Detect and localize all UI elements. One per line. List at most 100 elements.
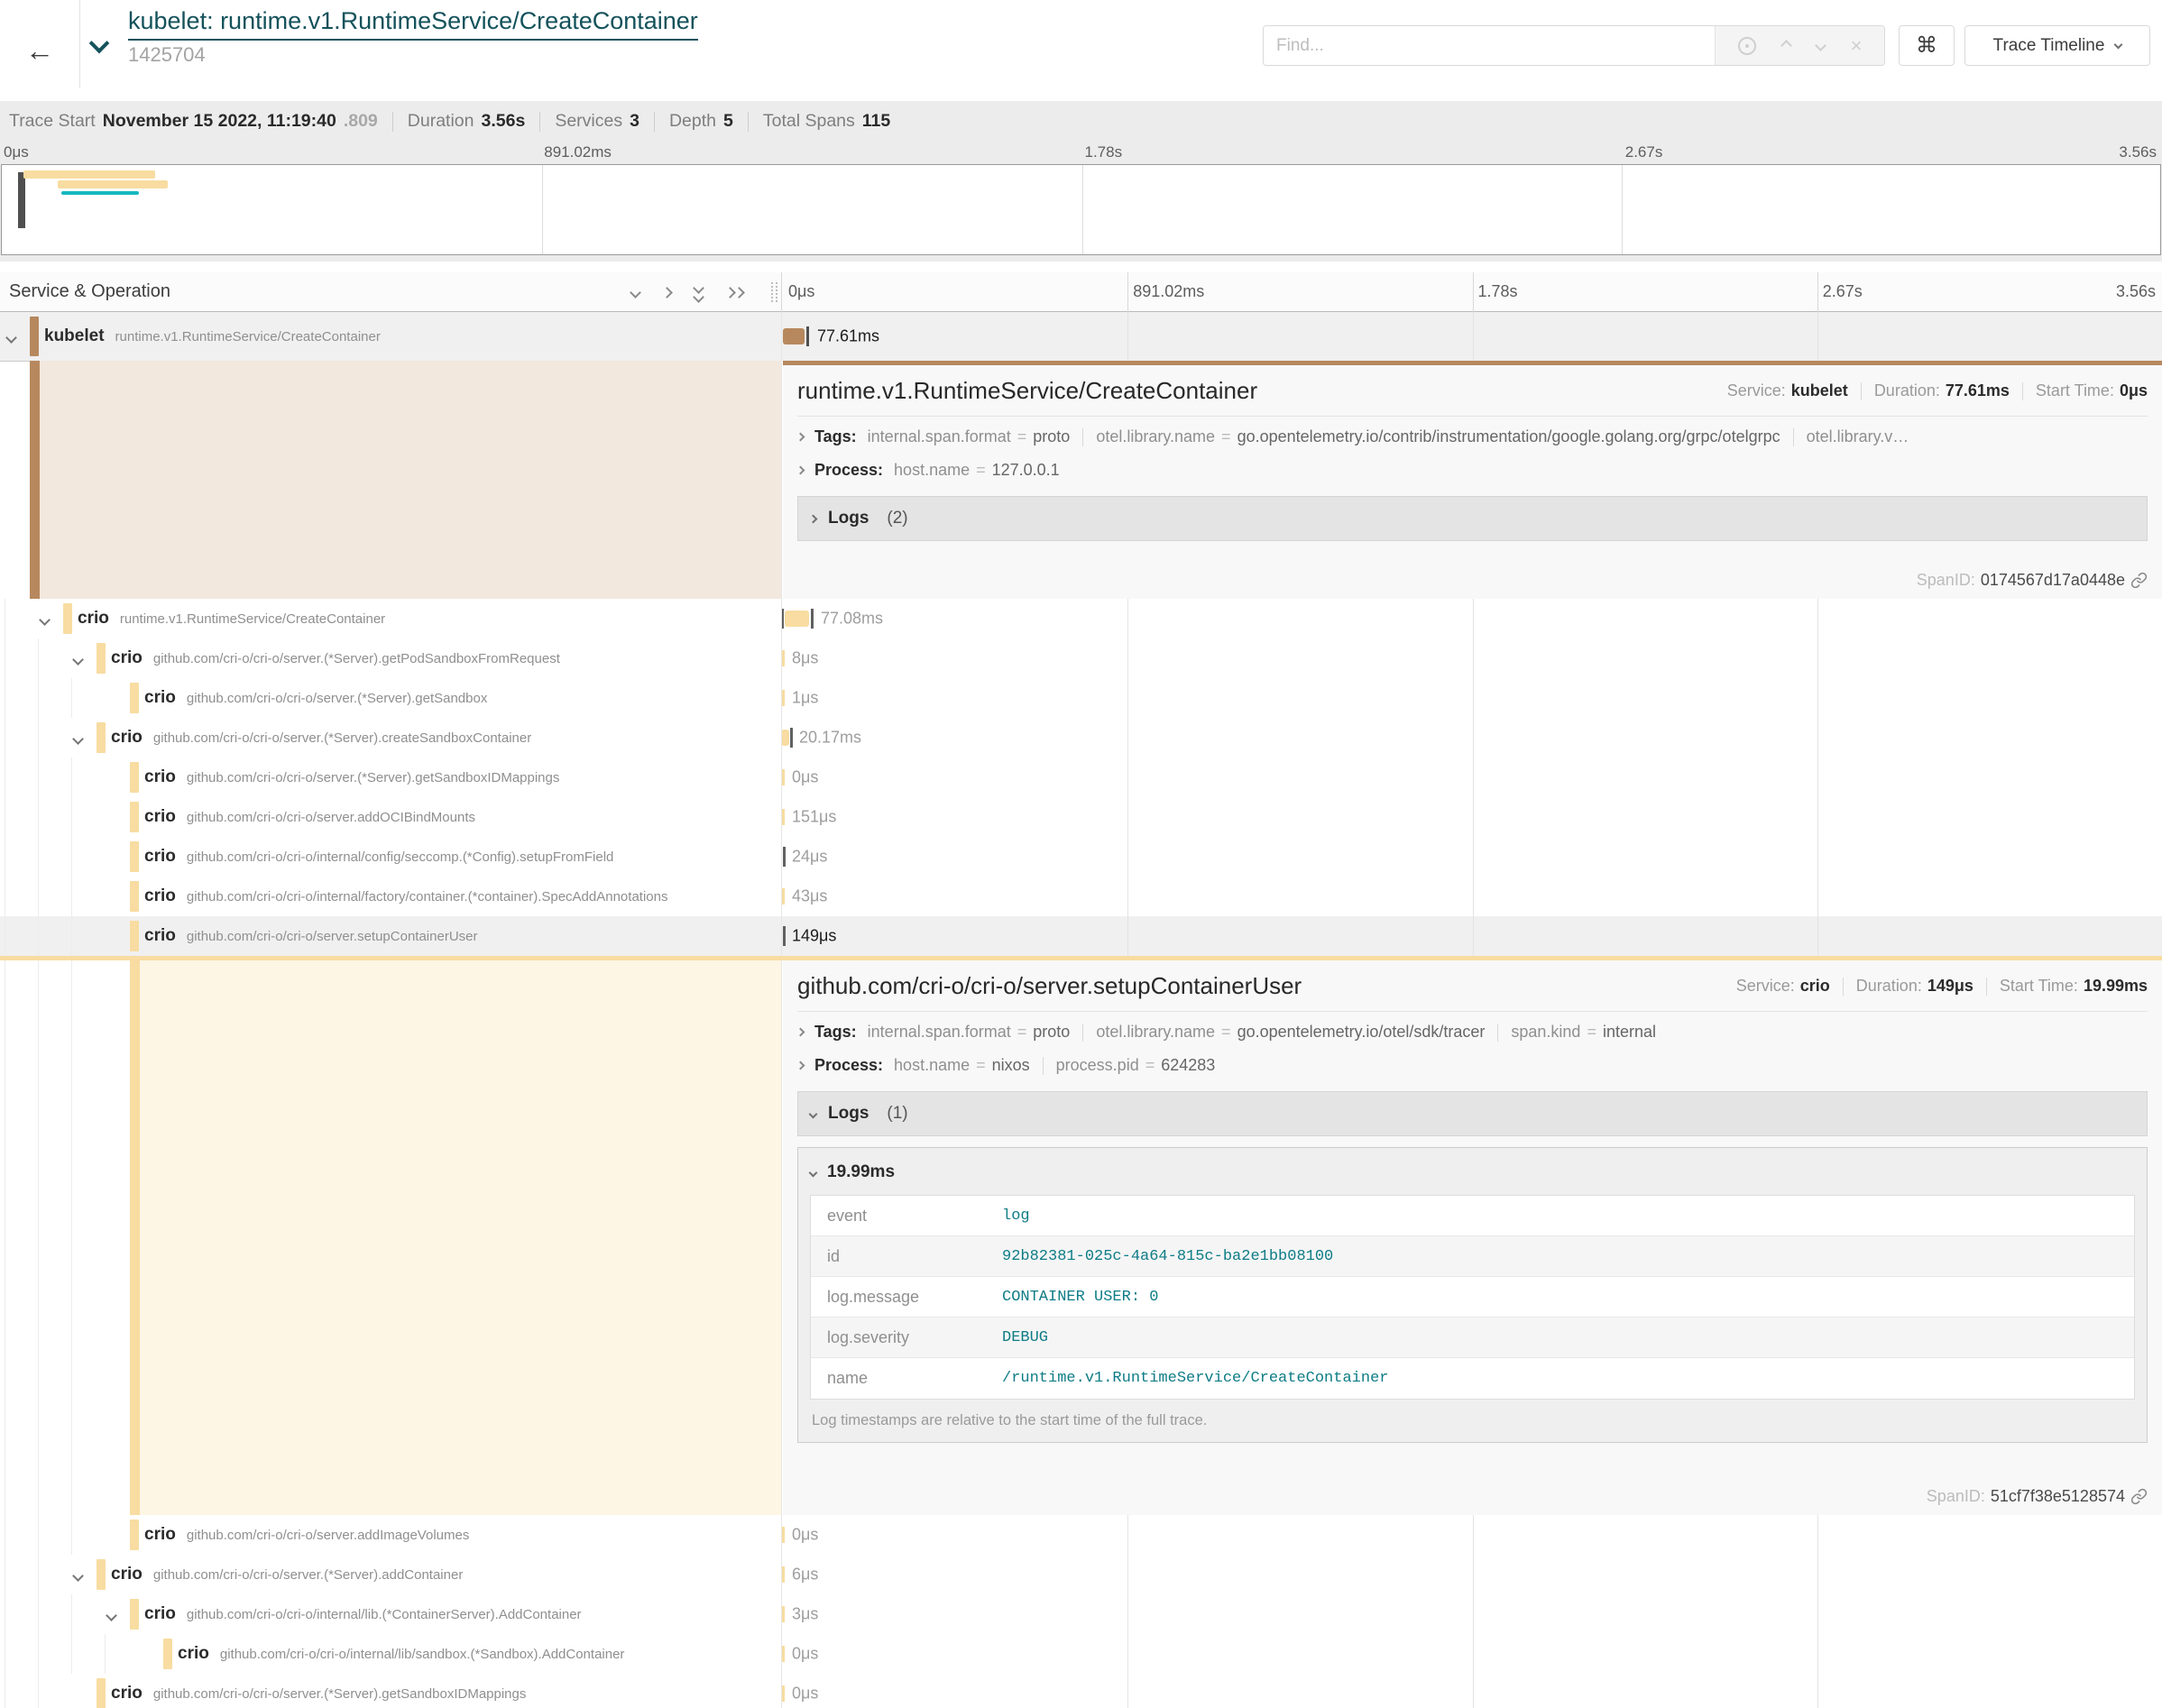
span-timeline-cell[interactable]: 1μs [781,678,2162,718]
span-timeline-cell[interactable]: 0μs [781,1634,2162,1674]
process-section[interactable]: Process:host.name=127.0.0.1 [797,454,2148,487]
span-timeline-cell[interactable]: 43μs [781,877,2162,916]
span-color-bar[interactable] [130,802,139,832]
find-clear-icon[interactable]: × [1851,36,1863,56]
span-timeline-cell[interactable]: 0μs [781,1515,2162,1555]
column-resizer[interactable] [771,282,777,302]
span-row[interactable]: criogithub.com/cri-o/cri-o/internal/lib.… [0,1594,2162,1634]
minimap-canvas[interactable] [1,164,2161,255]
span-row[interactable]: criogithub.com/cri-o/cri-o/internal/fact… [0,877,2162,916]
tags-section[interactable]: Tags:internal.span.format=protootel.libr… [797,1015,2148,1049]
service-operation-label: Service & Operation [9,281,170,302]
span-timeline-cell[interactable]: 77.61ms [781,312,2162,361]
span-name-cell[interactable]: criogithub.com/cri-o/cri-o/internal/lib/… [0,1634,781,1674]
row-chevron-icon[interactable] [41,612,49,629]
span-color-bar[interactable] [130,841,139,872]
view-selector-button[interactable]: Trace Timeline [1964,25,2150,66]
span-color-bar[interactable] [130,1599,139,1630]
span-color-bar[interactable] [130,921,139,951]
tag-item: otel.library.name=go.opentelemetry.io/co… [1096,427,1780,446]
span-color-bar[interactable] [130,1520,139,1550]
span-timeline-cell[interactable]: 151μs [781,797,2162,837]
span-name-cell[interactable]: criogithub.com/cri-o/cri-o/internal/fact… [0,877,781,916]
link-icon[interactable] [2130,1488,2148,1505]
span-name-cell[interactable]: crioruntime.v1.RuntimeService/CreateCont… [0,599,781,638]
collapse-one-icon[interactable] [630,287,641,298]
trace-summary-bar: Trace Start November 15 2022, 11:19:40 .… [0,101,2162,142]
expand-all-icon[interactable] [726,289,743,297]
span-name-cell[interactable]: criogithub.com/cri-o/cri-o/server.(*Serv… [0,638,781,678]
row-chevron-icon[interactable] [7,330,15,346]
span-timeline-cell[interactable]: 6μs [781,1555,2162,1594]
span-color-bar[interactable] [97,1678,106,1708]
span-name-cell[interactable]: criogithub.com/cri-o/cri-o/server.(*Serv… [0,718,781,758]
locate-span-icon[interactable] [1738,37,1756,55]
span-row[interactable]: criogithub.com/cri-o/cri-o/server.(*Serv… [0,1674,2162,1708]
span-timeline-cell[interactable]: 77.08ms [781,599,2162,638]
logs-header[interactable]: Logs(1) [797,1091,2148,1136]
page-title[interactable]: kubelet: runtime.v1.RuntimeService/Creat… [128,7,698,41]
span-row[interactable]: criogithub.com/cri-o/cri-o/server.(*Serv… [0,638,2162,678]
link-icon[interactable] [2130,572,2148,589]
span-row[interactable]: criogithub.com/cri-o/cri-o/server.(*Serv… [0,758,2162,797]
span-row[interactable]: criogithub.com/cri-o/cri-o/server.addIma… [0,1515,2162,1555]
span-color-bar[interactable] [130,881,139,912]
span-color-bar[interactable] [130,762,139,793]
log-field-key: name [811,1369,1002,1388]
span-timeline-cell[interactable]: 24μs [781,837,2162,877]
find-prev-icon[interactable] [1780,40,1792,51]
find-next-icon[interactable] [1815,40,1826,51]
span-timeline-cell[interactable]: 0μs [781,758,2162,797]
process-section[interactable]: Process:host.name=nixosprocess.pid=62428… [797,1049,2148,1082]
span-color-bar[interactable] [97,643,106,674]
span-row[interactable]: crioruntime.v1.RuntimeService/CreateCont… [0,599,2162,638]
span-color-bar[interactable] [97,1559,106,1590]
span-name-cell[interactable]: criogithub.com/cri-o/cri-o/server.addIma… [0,1515,781,1555]
tags-section[interactable]: Tags:internal.span.format=protootel.libr… [797,420,2148,454]
span-name-cell[interactable]: criogithub.com/cri-o/cri-o/server.(*Serv… [0,678,781,718]
span-name-cell[interactable]: criogithub.com/cri-o/cri-o/server.addOCI… [0,797,781,837]
span-timeline-cell[interactable]: 3μs [781,1594,2162,1634]
logs-header[interactable]: Logs(2) [797,496,2148,541]
span-color-bar[interactable] [163,1639,172,1669]
span-row[interactable]: criogithub.com/cri-o/cri-o/server.(*Serv… [0,1555,2162,1594]
span-color-bar[interactable] [130,683,139,713]
back-button[interactable]: ← [16,27,63,74]
service-label: crio [144,1525,176,1544]
log-entry-time[interactable]: 19.99ms [810,1162,2135,1182]
indent-guide [38,1515,39,1555]
span-row[interactable]: criogithub.com/cri-o/cri-o/server.addOCI… [0,797,2162,837]
span-name-cell[interactable]: criogithub.com/cri-o/cri-o/internal/conf… [0,837,781,877]
span-name-cell[interactable]: criogithub.com/cri-o/cri-o/server.(*Serv… [0,758,781,797]
span-row[interactable]: criogithub.com/cri-o/cri-o/server.(*Serv… [0,678,2162,718]
service-label: crio [178,1644,209,1663]
span-name-cell[interactable]: criogithub.com/cri-o/cri-o/server.setupC… [0,916,781,956]
span-name-cell[interactable]: criogithub.com/cri-o/cri-o/server.(*Serv… [0,1674,781,1708]
span-row[interactable]: criogithub.com/cri-o/cri-o/internal/conf… [0,837,2162,877]
span-color-bar[interactable] [97,722,106,753]
span-name-cell[interactable]: criogithub.com/cri-o/cri-o/server.(*Serv… [0,1555,781,1594]
keyboard-shortcuts-button[interactable]: ⌘ [1899,25,1955,66]
span-color-bar[interactable] [63,603,72,634]
span-timeline-cell[interactable]: 149μs [781,916,2162,956]
span-row[interactable]: criogithub.com/cri-o/cri-o/server.setupC… [0,916,2162,956]
span-timeline-cell[interactable]: 20.17ms [781,718,2162,758]
row-chevron-icon[interactable] [74,731,82,748]
row-chevron-icon[interactable] [107,1608,115,1624]
span-row[interactable]: criogithub.com/cri-o/cri-o/internal/lib/… [0,1634,2162,1674]
span-timeline-cell[interactable]: 0μs [781,1674,2162,1708]
span-row[interactable]: criogithub.com/cri-o/cri-o/server.(*Serv… [0,718,2162,758]
trace-collapse-chevron-icon[interactable] [92,36,106,55]
span-timeline-cell[interactable]: 8μs [781,638,2162,678]
row-chevron-icon[interactable] [74,652,82,668]
find-input[interactable] [1264,26,1715,65]
collapse-all-icon[interactable] [695,284,703,301]
expand-one-icon[interactable] [661,287,673,298]
span-row[interactable]: kubeletruntime.v1.RuntimeService/CreateC… [0,312,2162,361]
span-name-cell[interactable]: kubeletruntime.v1.RuntimeService/CreateC… [0,312,781,361]
indent-guide [71,877,72,916]
row-chevron-icon[interactable] [74,1568,82,1584]
minimap-scrubber[interactable] [18,172,25,228]
span-name-cell[interactable]: criogithub.com/cri-o/cri-o/internal/lib.… [0,1594,781,1634]
span-color-bar[interactable] [30,317,39,356]
